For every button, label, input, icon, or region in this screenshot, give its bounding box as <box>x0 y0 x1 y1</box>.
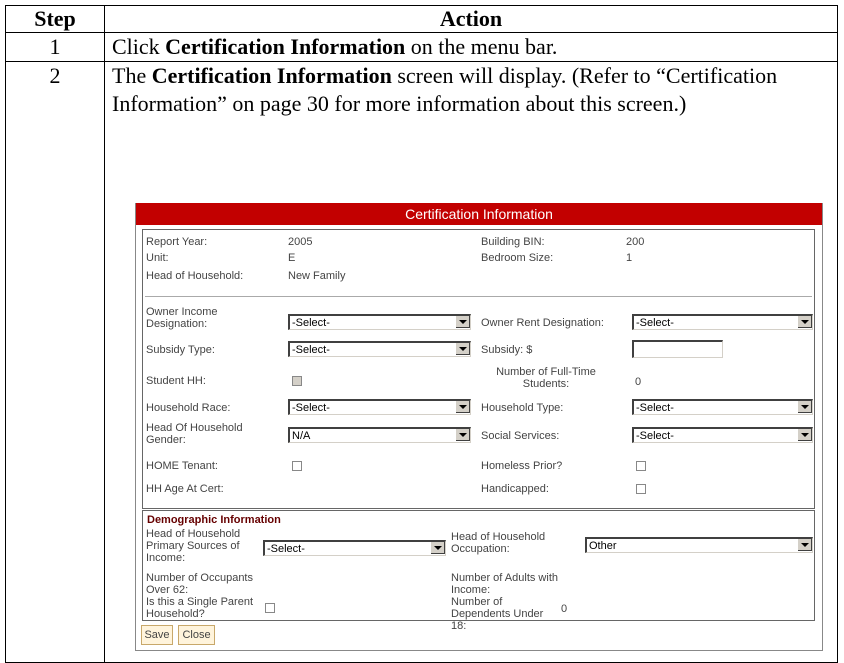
home-tenant-label: HOME Tenant: <box>146 460 218 472</box>
dependents-value: 0 <box>561 603 568 615</box>
screen-title: Certification Information <box>136 203 822 225</box>
chevron-down-icon[interactable] <box>455 343 470 355</box>
report-year-value: 2005 <box>288 236 313 248</box>
step-header: Step <box>5 5 105 33</box>
step-action: Click Certification Information on the m… <box>104 32 838 62</box>
hoh-value: New Family <box>288 270 346 282</box>
single-parent-label: Is this a Single Parent Household? <box>146 596 254 620</box>
save-button[interactable]: Save <box>141 625 173 645</box>
close-button[interactable]: Close <box>178 625 215 645</box>
homeless-label: Homeless Prior? <box>481 460 563 472</box>
fulltime-value: 0 <box>635 376 642 388</box>
owner-rent-select[interactable]: -Select- <box>632 314 813 330</box>
over62-label: Number of Occupants Over 62: <box>146 572 253 596</box>
social-select[interactable]: -Select- <box>632 427 813 443</box>
hoh-label: Head of Household: <box>146 270 244 282</box>
report-year-label: Report Year: <box>146 236 208 248</box>
step-number: 2 <box>5 61 105 663</box>
social-label: Social Services: <box>481 430 560 442</box>
demographic-panel: Demographic Information Head of Househol… <box>142 510 815 632</box>
subsidy-label: Subsidy: $ <box>481 344 533 356</box>
subsidy-input[interactable] <box>632 340 723 358</box>
certification-screen: Certification Information Report Year: 2… <box>135 203 823 651</box>
fulltime-label: Number of Full-Time Students: <box>496 366 596 390</box>
student-hh-label: Student HH: <box>146 375 206 387</box>
income-source-label: Head of Household Primary Sources of Inc… <box>146 528 241 564</box>
bedroom-label: Bedroom Size: <box>481 252 554 264</box>
home-tenant-checkbox[interactable] <box>292 461 302 471</box>
age-label: HH Age At Cert: <box>146 483 224 495</box>
race-label: Household Race: <box>146 402 231 414</box>
demographic-title: Demographic Information <box>147 514 281 526</box>
student-hh-checkbox[interactable] <box>292 376 302 386</box>
unit-label: Unit: <box>146 252 169 264</box>
owner-rent-label: Owner Rent Designation: <box>481 317 604 329</box>
chevron-down-icon[interactable] <box>455 316 470 328</box>
dependents-label: Number of Dependents Under 18: <box>451 596 544 632</box>
bin-value: 200 <box>626 236 645 248</box>
gender-select[interactable]: N/A <box>288 427 471 443</box>
chevron-down-icon[interactable] <box>797 401 812 413</box>
unit-value: E <box>288 252 296 264</box>
bin-label: Building BIN: <box>481 236 545 248</box>
divider <box>145 296 812 297</box>
owner-income-select[interactable]: -Select- <box>288 314 471 330</box>
handicapped-label: Handicapped: <box>481 483 549 495</box>
single-parent-checkbox[interactable] <box>265 603 275 613</box>
hh-type-label: Household Type: <box>481 402 564 414</box>
hh-type-select[interactable]: -Select- <box>632 399 813 415</box>
chevron-down-icon[interactable] <box>455 429 470 441</box>
race-select[interactable]: -Select- <box>288 399 471 415</box>
chevron-down-icon[interactable] <box>455 401 470 413</box>
action-header: Action <box>104 5 838 33</box>
subsidy-type-select[interactable]: -Select- <box>288 341 471 357</box>
owner-income-label: Owner Income Designation: <box>146 306 218 330</box>
bedroom-value: 1 <box>626 252 633 264</box>
homeless-checkbox[interactable] <box>636 461 646 471</box>
handicapped-checkbox[interactable] <box>636 484 646 494</box>
income-source-select[interactable]: -Select- <box>263 540 446 556</box>
adults-income-label: Number of Adults with Income: <box>451 572 558 596</box>
chevron-down-icon[interactable] <box>797 539 812 551</box>
occupation-select[interactable]: Other <box>585 537 813 553</box>
subsidy-type-label: Subsidy Type: <box>146 344 215 356</box>
chevron-down-icon[interactable] <box>430 542 445 554</box>
chevron-down-icon[interactable] <box>797 316 812 328</box>
gender-label: Head Of Household Gender: <box>146 422 243 446</box>
household-panel: Report Year: 2005 Unit: E Head of Househ… <box>142 229 815 509</box>
chevron-down-icon[interactable] <box>797 429 812 441</box>
step-number: 1 <box>5 32 105 62</box>
occupation-label: Head of Household Occupation: <box>451 531 546 555</box>
